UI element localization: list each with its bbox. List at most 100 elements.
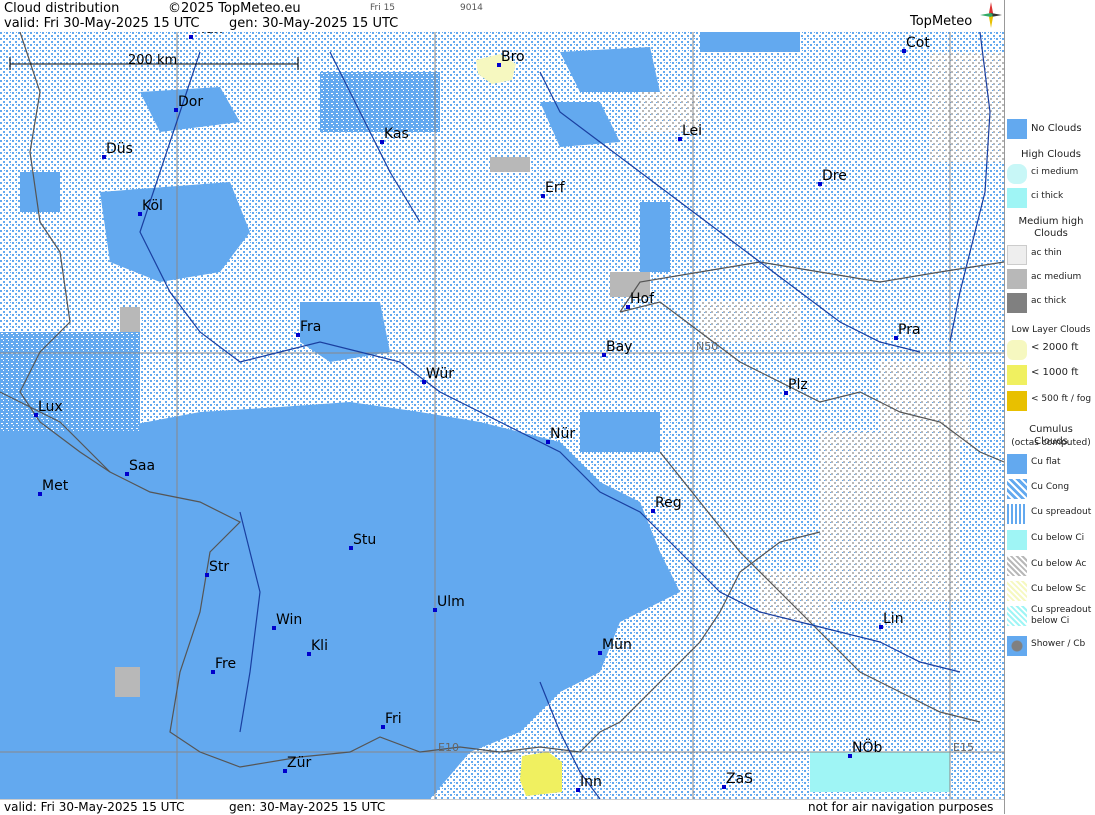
- swatch: [1007, 340, 1027, 360]
- swatch: [1007, 188, 1027, 208]
- legend-ac-thick: ac thick: [1005, 292, 1095, 314]
- swatch: [1007, 581, 1027, 601]
- city-label: Fra: [300, 319, 321, 335]
- brand-logo[interactable]: TopMeteo: [910, 14, 972, 29]
- city-label: Str: [209, 559, 229, 575]
- legend-ac-medium: ac medium: [1005, 268, 1095, 290]
- small-tag: Fri 15: [370, 3, 396, 13]
- swatch: [1007, 504, 1027, 524]
- legend-label: Cu below Sc: [1031, 584, 1086, 594]
- city-label: Lin: [883, 611, 904, 627]
- map-canvas: 200 km N50 E10 E15 Mün Bro Cot Dor Lei Kas Düs…: [0, 32, 1004, 799]
- swatch: [1007, 479, 1027, 499]
- swatch: [1007, 454, 1027, 474]
- city-label: Dre: [822, 168, 847, 184]
- city-label: Cot: [906, 35, 930, 51]
- swatch: [1007, 293, 1027, 313]
- footer-valid-label: valid: Fri 30-May-2025 15 UTC: [4, 800, 185, 814]
- legend-heading-low: Low Layer Clouds: [1011, 325, 1091, 335]
- city-label: Mün: [602, 637, 632, 653]
- cloud-map[interactable]: 200 km N50 E10 E15 Mün Bro Cot Dor Lei Kas Düs…: [0, 32, 1004, 799]
- legend-label: Cu below Ci: [1031, 533, 1085, 543]
- city-label: Hof: [630, 291, 655, 307]
- legend-heading-medium: Medium high Clouds: [1018, 216, 1084, 239]
- city-label: NÖb: [852, 738, 882, 756]
- city-label: Ulm: [437, 594, 465, 610]
- city-label: Inn: [580, 774, 602, 790]
- city-label: Lux: [38, 399, 63, 415]
- grid-label-e15: E15: [953, 741, 974, 754]
- legend-label: No Clouds: [1031, 123, 1082, 134]
- city-label: Dor: [178, 94, 203, 110]
- city-label: ZaS: [726, 771, 753, 787]
- legend-heading-high: High Clouds: [1021, 149, 1081, 160]
- swatch: [1007, 119, 1027, 139]
- map-title: Cloud distribution: [4, 1, 120, 16]
- swatch: [1007, 556, 1027, 576]
- cirrus-patch: [810, 752, 950, 792]
- low-cloud-patch: [520, 752, 562, 796]
- city-label: Nür: [550, 426, 575, 442]
- city-label: Kli: [311, 638, 328, 654]
- city-label: Lei: [682, 123, 702, 139]
- swatch: [1007, 245, 1027, 265]
- legend-label: ac thin: [1031, 248, 1062, 258]
- disclaimer: not for air navigation purposes: [808, 800, 994, 814]
- legend-cu-spreadout: Cu spreadout: [1005, 503, 1095, 525]
- legend-ci-medium: ci medium: [1005, 163, 1095, 185]
- legend-label: Cu spreadout: [1031, 605, 1092, 615]
- city-label: Zür: [287, 755, 311, 771]
- legend-cu-cong: Cu Cong: [1005, 478, 1095, 500]
- small-tag: 9014: [460, 3, 483, 13]
- legend-no-clouds: No Clouds: [1005, 118, 1095, 140]
- legend-label: below Ci: [1031, 616, 1070, 626]
- grid-label-e10: E10: [438, 741, 459, 754]
- legend-label: Cu flat: [1031, 457, 1061, 467]
- swatch: [1007, 269, 1027, 289]
- legend-label: ci thick: [1031, 191, 1064, 201]
- footer-gen-label: gen: 30-May-2025 15 UTC: [229, 800, 386, 814]
- legend-label: ac medium: [1031, 272, 1082, 282]
- legend-ci-thick: ci thick: [1005, 187, 1095, 209]
- legend-label: Cu spreadout: [1031, 507, 1092, 517]
- legend-fog: < 500 ft / fog: [1005, 390, 1095, 412]
- legend-cu-below-sc: Cu below Sc: [1005, 580, 1095, 602]
- valid-label: valid: Fri 30-May-2025 15 UTC: [4, 16, 200, 31]
- legend-ac-thin: ac thin: [1005, 244, 1095, 266]
- city-label: Saa: [129, 458, 155, 474]
- legend-label: Cu below Ac: [1031, 559, 1087, 569]
- legend-label: < 500 ft / fog: [1031, 394, 1092, 404]
- city-label: Fri: [385, 711, 402, 727]
- header-bar: Cloud distribution ©2025 TopMeteo.eu Fri…: [0, 0, 1004, 32]
- city-label: Düs: [106, 141, 133, 157]
- city-label: Stu: [353, 532, 376, 548]
- swatch: [1007, 530, 1027, 550]
- legend-panel: No Clouds High Clouds ci medium ci thick…: [1004, 0, 1095, 814]
- legend-label: Cu Cong: [1031, 482, 1070, 492]
- gen-label: gen: 30-May-2025 15 UTC: [229, 16, 399, 31]
- legend-shower: Shower / Cb: [1005, 635, 1095, 657]
- city-label: Plz: [788, 377, 808, 393]
- swatch: [1007, 365, 1027, 385]
- legend-label: ci medium: [1031, 167, 1079, 177]
- swatch: [1007, 164, 1027, 184]
- city-label: Köl: [142, 198, 163, 214]
- city-label: Wür: [426, 366, 454, 382]
- city-label: Bro: [501, 49, 525, 65]
- swatch: [1007, 391, 1027, 411]
- copyright: ©2025 TopMeteo.eu: [168, 1, 301, 16]
- scale-label: 200 km: [128, 53, 177, 68]
- legend-low-2000: < 2000 ft: [1005, 339, 1095, 361]
- swatch: [1007, 636, 1027, 656]
- city-label: Fre: [215, 656, 236, 672]
- city-label: Met: [42, 478, 69, 494]
- legend-label: Shower / Cb: [1031, 639, 1086, 649]
- legend-label: ac thick: [1031, 296, 1067, 306]
- legend-cu-flat: Cu flat: [1005, 453, 1095, 475]
- compass-star-icon: [980, 2, 1002, 28]
- legend-subheading-cumulus: (octas computed): [1011, 438, 1091, 448]
- city-label: Pra: [898, 322, 921, 338]
- legend-label: < 1000 ft: [1031, 367, 1079, 378]
- legend-cu-below-ac: Cu below Ac: [1005, 555, 1095, 577]
- city-label: Reg: [655, 495, 682, 511]
